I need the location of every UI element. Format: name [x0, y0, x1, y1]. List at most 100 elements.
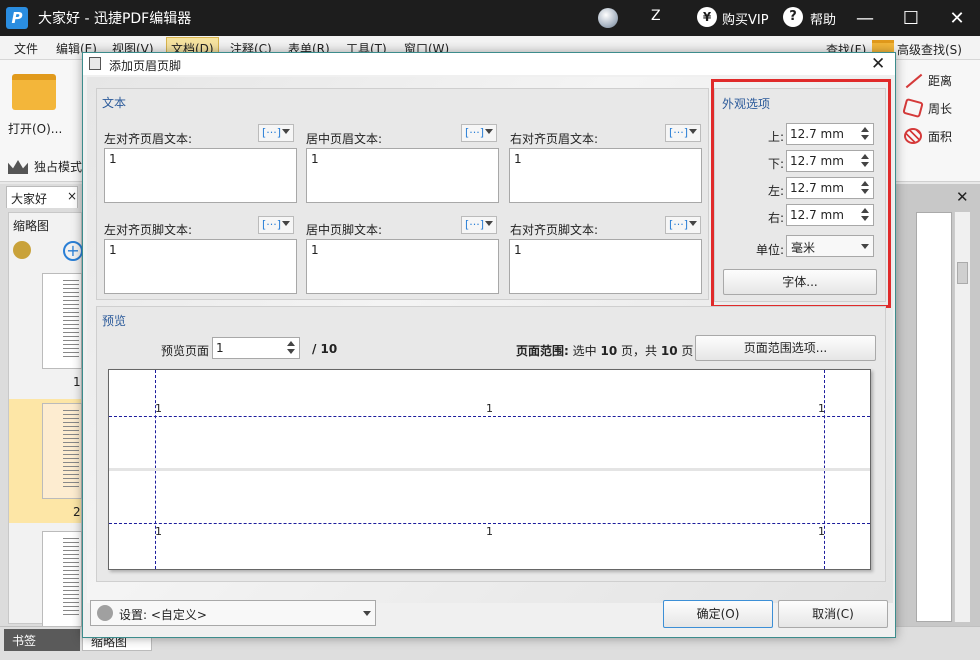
document-tab-label: 大家好	[11, 192, 48, 206]
preview-page-value: 1	[216, 341, 224, 355]
thumbnail-panel: 缩略图 + 1 2	[8, 212, 83, 627]
theme-globe-icon[interactable]	[598, 8, 618, 28]
right-header-macro-button[interactable]: [···]	[665, 124, 701, 142]
tab-bookmarks-label: 书签	[12, 634, 37, 648]
page-range-mid: 选中	[572, 344, 597, 358]
spinner-arrows-icon[interactable]	[286, 340, 297, 356]
right-header-label: 右对齐页眉文本:	[510, 132, 599, 146]
open-folder-icon[interactable]	[12, 74, 56, 110]
page-range-suffix2: 页	[681, 344, 694, 358]
macro-icon: [···]	[262, 126, 282, 139]
left-footer-label: 左对齐页脚文本:	[104, 223, 193, 237]
preview-page-label: 预览页面	[161, 344, 210, 358]
ok-button[interactable]: 确定(O)	[663, 600, 773, 628]
left-header-input[interactable]: 1	[104, 148, 297, 203]
perimeter-icon[interactable]	[902, 97, 924, 119]
center-header-input[interactable]: 1	[306, 148, 499, 203]
page-range-prefix: 页面范围:	[516, 344, 569, 358]
preview-header-left: 1	[155, 402, 162, 415]
settings-value: <自定义>	[150, 608, 207, 622]
preview-header-right: 1	[818, 402, 825, 415]
area-button[interactable]: 面积	[928, 128, 952, 145]
thumbnail-settings-gear-icon[interactable]	[13, 241, 31, 259]
menu-file[interactable]: 文件	[14, 40, 38, 57]
center-footer-label: 居中页脚文本:	[306, 223, 383, 237]
buy-vip-link[interactable]: 购买VIP	[722, 9, 769, 28]
dialog-title: 添加页眉页脚	[109, 59, 182, 73]
help-icon[interactable]: ?	[783, 7, 803, 27]
maximize-button[interactable]: ☐	[888, 0, 934, 36]
user-account-button[interactable]: Z	[651, 8, 661, 24]
distance-icon[interactable]	[905, 73, 923, 89]
close-document-icon[interactable]: ✕	[956, 188, 969, 206]
scrollbar-thumb[interactable]	[957, 262, 968, 284]
crown-icon	[8, 160, 28, 174]
open-button[interactable]: 打开(O)...	[8, 120, 62, 137]
center-footer-input[interactable]: 1	[306, 239, 499, 294]
document-scrollbar[interactable]	[954, 212, 970, 622]
left-header-label: 左对齐页眉文本:	[104, 132, 193, 146]
macro-icon: [···]	[669, 126, 689, 139]
preview-footer-right: 1	[818, 525, 825, 538]
page-range-total: 10	[660, 344, 678, 358]
settings-label: 设置:	[119, 608, 148, 622]
header-margin-guide	[109, 416, 870, 417]
settings-gear-icon	[97, 605, 113, 621]
center-footer-macro-button[interactable]: [···]	[461, 216, 497, 234]
dialog-titlebar: 添加页眉页脚 ✕	[83, 53, 895, 75]
solo-mode-button[interactable]: 独占模式	[34, 158, 82, 175]
preview-footer-left: 1	[155, 525, 162, 538]
left-header-macro-button[interactable]: [···]	[258, 124, 294, 142]
left-footer-macro-button[interactable]: [···]	[258, 216, 294, 234]
document-tab-close-icon[interactable]: ×	[67, 189, 77, 203]
app-logo-icon: P	[6, 7, 28, 29]
close-window-button[interactable]: ✕	[934, 0, 980, 36]
page-range-summary: 页面范围: 选中 10 页，共 10 页	[516, 342, 693, 359]
preview-group-title: 预览	[102, 314, 127, 328]
center-header-label: 居中页眉文本:	[306, 132, 383, 146]
preview-canvas: 1 1 1 1 1 1	[108, 369, 871, 570]
page-number-1: 1	[73, 375, 81, 389]
page-thumbnail-3[interactable]	[42, 531, 82, 627]
minimize-button[interactable]: —	[842, 0, 888, 36]
distance-button[interactable]: 距离	[928, 72, 952, 89]
app-title: 大家好 - 迅捷PDF编辑器	[38, 11, 192, 27]
area-icon[interactable]	[904, 128, 922, 144]
app-titlebar: P 大家好 - 迅捷PDF编辑器 Z ¥ 购买VIP ? 帮助 — ☐ ✕	[0, 0, 980, 36]
document-page	[916, 212, 952, 622]
preview-page-total: / 10	[312, 342, 338, 356]
page-range-options-button[interactable]: 页面范围选项...	[695, 335, 876, 361]
macro-icon: [···]	[465, 126, 485, 139]
thumbnail-panel-title: 缩略图	[13, 219, 50, 233]
preview-header-center: 1	[486, 402, 493, 415]
document-tab[interactable]: 大家好 ×	[6, 186, 78, 208]
right-footer-macro-button[interactable]: [···]	[665, 216, 701, 234]
advanced-find-label[interactable]: 高级查找(S)	[897, 41, 962, 58]
chevron-down-icon	[363, 611, 371, 616]
help-link[interactable]: 帮助	[810, 9, 836, 28]
right-header-input[interactable]: 1	[509, 148, 702, 203]
macro-icon: [···]	[262, 218, 282, 231]
zoom-in-icon[interactable]: +	[63, 241, 83, 261]
perimeter-button[interactable]: 周长	[928, 100, 952, 117]
macro-icon: [···]	[465, 218, 485, 231]
dialog-icon	[89, 57, 101, 70]
center-header-macro-button[interactable]: [···]	[461, 124, 497, 142]
right-footer-input[interactable]: 1	[509, 239, 702, 294]
tab-bookmarks[interactable]: 书签	[4, 629, 80, 651]
highlight-box	[711, 79, 891, 308]
page-thumbnail-1[interactable]	[42, 273, 82, 369]
cancel-button[interactable]: 取消(C)	[778, 600, 888, 628]
footer-margin-guide	[109, 523, 870, 524]
yen-icon[interactable]: ¥	[697, 7, 717, 27]
right-footer-label: 右对齐页脚文本:	[510, 223, 599, 237]
left-footer-input[interactable]: 1	[104, 239, 297, 294]
macro-icon: [···]	[669, 218, 689, 231]
preview-footer-center: 1	[486, 525, 493, 538]
dialog-close-button[interactable]: ✕	[871, 54, 885, 74]
page-thumbnail-2[interactable]	[42, 403, 82, 499]
page-separator	[109, 468, 870, 471]
settings-select[interactable]: 设置: <自定义>	[90, 600, 376, 626]
page-range-selected: 10	[600, 344, 618, 358]
preview-page-spinner[interactable]: 1	[212, 337, 300, 359]
